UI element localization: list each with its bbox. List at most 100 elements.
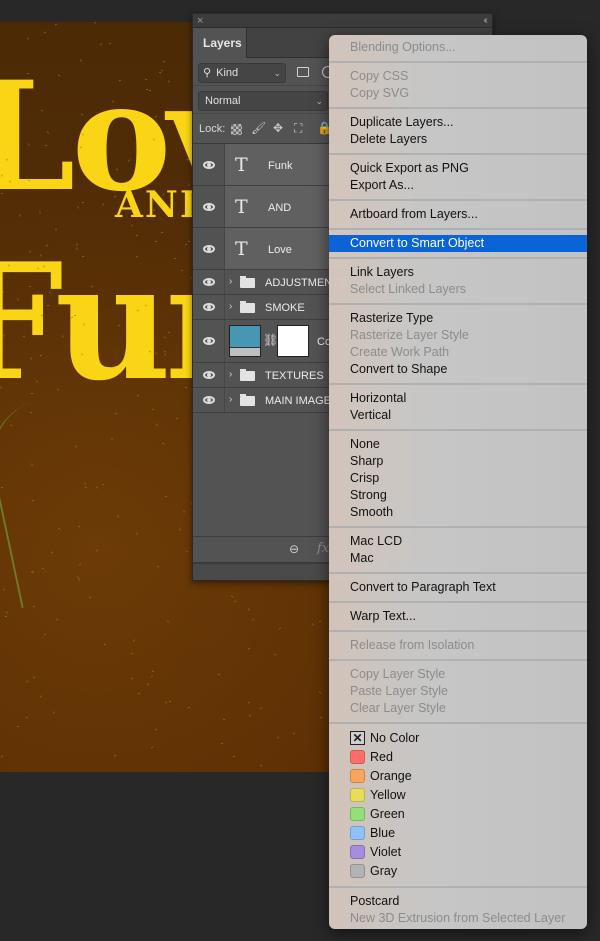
texture-speck [26,680,28,683]
menu-item-convert-to-paragraph-text[interactable]: Convert to Paragraph Text [329,579,587,596]
pixel-layer-filter-icon[interactable] [297,67,309,77]
texture-speck [164,701,167,704]
artwork-smoke-swirl [0,395,100,609]
texture-speck [248,608,250,611]
menu-item-quick-export-as-png[interactable]: Quick Export as PNG [329,160,587,177]
lock-image-pixels-icon[interactable]: 🖌 [251,122,266,134]
menu-item-convert-to-smart-object[interactable]: Convert to Smart Object [329,235,587,252]
expand-chevron-icon[interactable]: › [229,369,232,380]
menu-item-smooth[interactable]: Smooth [329,504,587,521]
menu-item-horizontal[interactable]: Horizontal [329,390,587,407]
texture-speck [33,676,36,679]
menu-item-color-violet[interactable]: Violet [329,843,587,862]
texture-speck [146,683,149,686]
texture-speck [3,588,5,591]
menu-item-warp-text[interactable]: Warp Text... [329,608,587,625]
texture-speck [103,643,106,645]
texture-speck [76,576,79,579]
menu-item-strong[interactable]: Strong [329,487,587,504]
visibility-toggle[interactable] [193,295,225,319]
menu-separator [329,424,587,436]
menu-item-mac[interactable]: Mac [329,550,587,567]
folder-icon [240,369,255,381]
menu-item-create-work-path: Create Work Path [350,345,450,359]
visibility-toggle[interactable] [193,186,225,227]
menu-item-label: Green [370,807,405,821]
menu-item-color-red[interactable]: Red [329,748,587,767]
menu-separator [329,717,587,729]
color-swatch-icon [350,864,365,878]
visibility-toggle[interactable] [193,363,225,387]
texture-speck [136,532,138,535]
lock-transparent-pixels-icon[interactable] [231,124,242,135]
chevron-down-icon: ⌄ [315,96,323,106]
eye-icon [203,244,215,253]
collapse-icon[interactable]: ‹‹ [483,14,487,28]
menu-item-postcard[interactable]: Postcard [329,893,587,910]
menu-item-vertical[interactable]: Vertical [329,407,587,424]
menu-item-color-gray[interactable]: Gray [329,862,587,881]
link-layers-icon[interactable]: ⊖ [289,542,299,556]
expand-chevron-icon[interactable]: › [229,301,232,312]
lock-artboard-icon[interactable]: ⛶ [294,122,302,134]
mask-link-icon[interactable]: ⛓ [263,333,278,347]
color-swatch-icon [350,788,365,802]
menu-item-convert-to-shape[interactable]: Convert to Shape [329,361,587,378]
menu-item-color-orange[interactable]: Orange [329,767,587,786]
menu-item-sharp[interactable]: Sharp [329,453,587,470]
texture-speck [175,417,178,420]
visibility-toggle[interactable] [193,320,225,362]
menu-item-color-yellow[interactable]: Yellow [329,786,587,805]
close-icon[interactable]: × [197,14,203,28]
menu-item-rasterize-type[interactable]: Rasterize Type [329,310,587,327]
menu-item-copy-layer-style: Copy Layer Style [350,667,446,681]
menu-item-mac-lcd[interactable]: Mac LCD [329,533,587,550]
menu-item-color-blue[interactable]: Blue [329,824,587,843]
menu-item-delete-layers[interactable]: Delete Layers [329,131,587,148]
menu-item-crisp[interactable]: Crisp [329,470,587,487]
texture-speck [155,423,158,426]
menu-item-label: Violet [370,845,402,859]
color-swatch-icon [350,826,365,840]
panel-title-bar[interactable]: × ‹‹ [193,14,492,28]
texture-speck [260,707,262,710]
menu-item-none[interactable]: None [329,436,587,453]
blend-mode-select[interactable]: Normal ⌄ [198,91,328,111]
visibility-toggle[interactable] [193,270,225,294]
texture-speck [154,351,157,355]
texture-speck [109,42,112,44]
texture-speck [161,442,164,444]
menu-item-color-green[interactable]: Green [329,805,587,824]
expand-chevron-icon[interactable]: › [229,276,232,287]
menu-item-link-layers[interactable]: Link Layers [329,264,587,281]
texture-speck [31,499,34,501]
expand-chevron-icon[interactable]: › [229,394,232,405]
texture-speck [5,611,8,614]
adjustment-thumbnail[interactable] [229,325,261,357]
filter-kind-select[interactable]: ⚲ Kind ⌄ [198,63,286,83]
fx-icon[interactable]: fx [317,541,329,556]
lock-position-icon[interactable]: ✥ [273,122,283,134]
color-swatch-icon [350,750,365,764]
menu-item-export-as[interactable]: Export As... [329,177,587,194]
texture-speck [150,675,153,678]
menu-separator [329,567,587,579]
layer-mask-thumbnail[interactable] [277,325,309,357]
menu-item-color-no-color[interactable]: ✕ No Color [329,729,587,748]
menu-separator [329,223,587,235]
tab-layers[interactable]: Layers [193,28,247,58]
texture-speck [74,445,77,448]
menu-item-duplicate-layers[interactable]: Duplicate Layers... [329,114,587,131]
texture-speck [188,707,191,709]
texture-speck [249,714,251,717]
menu-separator [329,881,587,893]
visibility-toggle[interactable] [193,228,225,269]
texture-speck [30,392,33,395]
menu-item-artboard-from-layers[interactable]: Artboard from Layers... [329,206,587,223]
visibility-toggle[interactable] [193,388,225,412]
texture-speck [156,565,160,568]
texture-speck [217,673,220,676]
texture-speck [133,639,135,642]
visibility-toggle[interactable] [193,144,225,185]
texture-speck [148,89,151,91]
